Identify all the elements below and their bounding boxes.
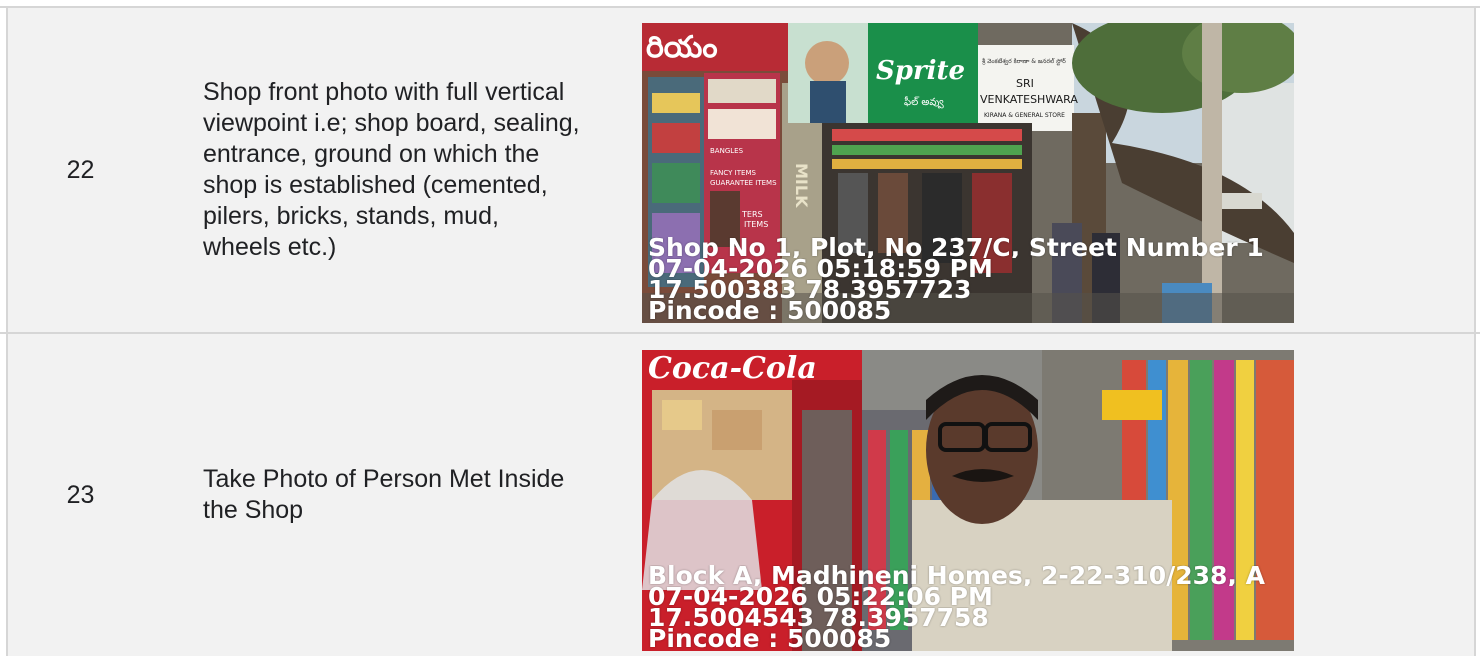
store-telugu: శ్రీ వెంకటేశ్వర కిరాణా & జనరల్ స్టోర్: [982, 57, 1066, 66]
photo-address: Block A, Madhineni Homes, 2-22-310/238, …: [648, 565, 1265, 586]
sign-fancy: FANCY ITEMS: [710, 169, 756, 177]
photo-pincode: Pincode : 500085: [648, 300, 892, 321]
sign-guarantee: GUARANTEE ITEMS: [710, 179, 777, 187]
fridge-brand: Coca-Cola: [648, 351, 817, 386]
photo-geotag-overlay: Block A, Madhineni Homes, 2-22-310/238, …: [648, 565, 1294, 649]
person-met-photo[interactable]: Coca-Cola Block A, Madhineni Homes, 2-22…: [642, 350, 1294, 651]
sprite-logo: Sprite: [876, 56, 965, 86]
photo-datetime: 07-04-2026 05:22:06 PM: [648, 586, 993, 607]
photo-checklist-table: 22 Shop front photo with full vertical v…: [0, 0, 1480, 656]
photo-address: Shop No 1, Plot, No 237/C, Street Number…: [648, 237, 1264, 258]
row-number: 22: [66, 155, 95, 184]
table-row: 23 Take Photo of Person Met Inside the S…: [8, 334, 1474, 656]
photo-pincode: Pincode : 500085: [648, 628, 892, 649]
pillar-text: MILK: [792, 163, 811, 208]
table-border-right: [1474, 6, 1476, 656]
table-row: 22 Shop front photo with full vertical v…: [8, 8, 1474, 332]
photo-cell: Coca-Cola Block A, Madhineni Homes, 2-22…: [595, 334, 1474, 656]
shop-front-photo[interactable]: రియం BANGLES FANCY ITEMS GUARANTEE ITEMS…: [642, 23, 1294, 323]
photo-cell: రియం BANGLES FANCY ITEMS GUARANTEE ITEMS…: [595, 8, 1474, 332]
photo-coordinates: 17.5004543 78.3957758: [648, 607, 989, 628]
photo-geotag-overlay: Shop No 1, Plot, No 237/C, Street Number…: [648, 237, 1294, 321]
store-line1: SRI: [1016, 77, 1034, 90]
photo-datetime: 07-04-2026 05:18:59 PM: [648, 258, 993, 279]
row-description: Shop front photo with full vertical view…: [203, 78, 580, 261]
sign-left-top: రియం: [646, 30, 718, 65]
photo-coordinates: 17.500383 78.3957723: [648, 279, 972, 300]
sign-items: ITEMS: [744, 220, 768, 229]
row-number: 23: [66, 480, 95, 509]
sign-ters: TERS: [741, 210, 763, 219]
row-description: Take Photo of Person Met Inside the Shop: [203, 465, 565, 524]
store-line3: KIRANA & GENERAL STORE: [984, 112, 1065, 119]
sprite-sub: ఫీల్ అవ్వు: [904, 96, 944, 109]
store-line2: VENKATESHWARA: [980, 93, 1078, 106]
sign-bangles: BANGLES: [710, 147, 744, 155]
